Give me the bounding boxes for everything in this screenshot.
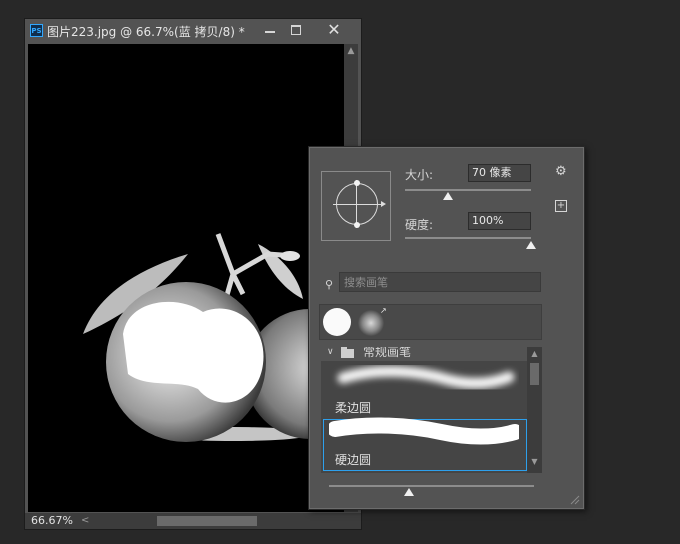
resize-grip-icon[interactable]	[568, 493, 580, 505]
roundness-handle-bottom[interactable]	[354, 222, 360, 228]
brush-list: ∨ 常规画笔 柔边圆 硬边圆 ▲ ▼	[321, 347, 542, 473]
size-field[interactable]: 70 像素	[468, 164, 531, 182]
preview-size-slider[interactable]	[329, 485, 534, 487]
document-title: 图片223.jpg @ 66.7%(蓝 拷贝/8) *	[47, 25, 245, 39]
minimize-button[interactable]	[259, 21, 281, 39]
brush-name-soft-round[interactable]: 柔边圆	[335, 399, 371, 416]
hardness-label: 硬度:	[405, 218, 434, 232]
brush-list-scroll-thumb[interactable]	[530, 363, 539, 385]
brush-group-label: 常规画笔	[363, 347, 412, 359]
size-slider-thumb[interactable]	[442, 192, 453, 200]
maximize-button[interactable]	[285, 21, 307, 39]
scroll-up-icon[interactable]: ▲	[344, 44, 358, 58]
angle-arrow-icon[interactable]	[381, 201, 386, 207]
scroll-down-icon[interactable]: ▼	[527, 457, 542, 467]
brush-group-general[interactable]: ∨ 常规画笔	[321, 347, 527, 361]
hardness-slider-thumb[interactable]	[526, 241, 536, 249]
stem-bud	[280, 251, 300, 261]
size-slider[interactable]	[405, 189, 531, 191]
brush-list-scrollbar[interactable]: ▲ ▼	[527, 347, 542, 473]
chevron-down-icon[interactable]: ∨	[327, 347, 334, 357]
document-title-bar[interactable]: PS 图片223.jpg @ 66.7%(蓝 拷贝/8) * ✕	[25, 19, 361, 43]
canvas-image	[83, 233, 344, 442]
hardness-field[interactable]: 100%	[468, 212, 531, 230]
scroll-up-icon[interactable]: ▲	[527, 349, 542, 359]
brush-pressure-icon: ↗	[380, 306, 387, 315]
preview-size-slider-thumb[interactable]	[403, 488, 414, 496]
zoom-level[interactable]: 66.67%	[31, 514, 73, 527]
hard-round-stroke-preview[interactable]	[329, 417, 519, 451]
brush-preset-picker: 大小: 70 像素 硬度: 100% ⚙ + ⚲ ↗ ∨ 常规画笔 柔边圆 硬边…	[308, 146, 585, 510]
brush-tip-crosshair-vertical	[356, 180, 357, 228]
soft-round-stroke-preview[interactable]	[329, 361, 519, 395]
recent-brush-hard-round[interactable]	[323, 308, 351, 336]
folder-icon	[341, 347, 354, 358]
brush-tip-crosshair	[333, 204, 381, 205]
recent-brushes: ↗	[319, 304, 542, 340]
brush-name-hard-round[interactable]: 硬边圆	[335, 451, 371, 468]
status-bar: 66.67% <	[25, 513, 361, 529]
size-label: 大小:	[405, 168, 434, 182]
new-preset-icon[interactable]: +	[555, 200, 567, 212]
scroll-left-icon[interactable]: <	[81, 513, 93, 529]
roundness-handle-top[interactable]	[354, 180, 360, 186]
gear-icon[interactable]: ⚙	[555, 164, 573, 180]
brush-search-input[interactable]	[339, 272, 541, 292]
hardness-slider[interactable]	[405, 237, 531, 239]
horizontal-scroll-thumb[interactable]	[157, 516, 257, 526]
brush-tip-preview[interactable]	[321, 171, 391, 241]
search-icon: ⚲	[325, 278, 334, 291]
horizontal-scrollbar[interactable]	[95, 516, 343, 526]
close-button[interactable]: ✕	[323, 21, 345, 39]
photoshop-logo-icon: PS	[30, 24, 43, 37]
image-canvas[interactable]	[28, 44, 344, 512]
close-icon: ✕	[327, 20, 341, 39]
